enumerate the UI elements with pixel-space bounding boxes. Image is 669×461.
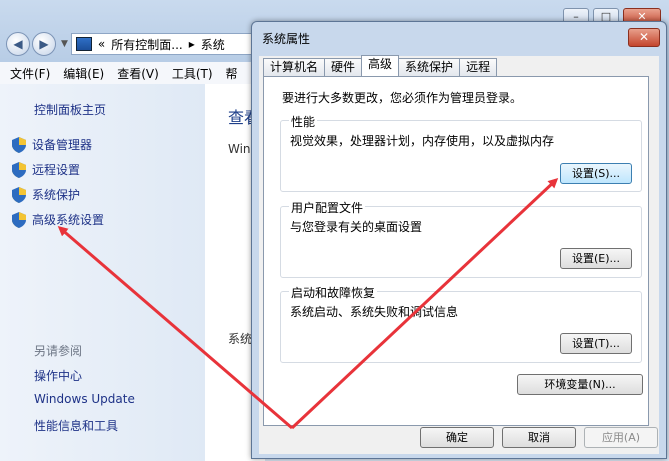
sidebar-item-system-protection[interactable]: 系统保护: [12, 186, 80, 203]
sidebar-item-remote-settings[interactable]: 远程设置: [12, 161, 80, 178]
address-bar[interactable]: « 所有控制面... ▸ 系统: [70, 33, 256, 55]
menu-file[interactable]: 文件(F): [10, 65, 50, 82]
system-properties-dialog: 系统属性 ✕ 计算机名 硬件 高级 系统保护 远程 要进行大多数更改，您必须作为…: [251, 21, 667, 459]
startup-recovery-settings-button[interactable]: 设置(T)...: [560, 333, 632, 354]
breadcrumb-prefix[interactable]: «: [98, 37, 105, 51]
sidebar-item-device-manager[interactable]: 设备管理器: [12, 136, 92, 153]
startup-recovery-group: 启动和故障恢复 系统启动、系统失败和调试信息 设置(T)...: [280, 284, 642, 363]
sidebar-item-advanced-system-settings[interactable]: 高级系统设置: [12, 211, 104, 228]
shield-icon: [12, 186, 26, 203]
user-profiles-settings-button[interactable]: 设置(E)...: [560, 248, 632, 269]
tab-remote[interactable]: 远程: [459, 58, 498, 76]
tab-hardware[interactable]: 硬件: [324, 58, 363, 76]
tab-strip: 计算机名 硬件 高级 系统保护 远程: [263, 55, 498, 76]
close-icon[interactable]: ✕: [628, 28, 660, 47]
breadcrumb-separator[interactable]: ▸: [189, 37, 195, 51]
shield-icon: [12, 136, 26, 153]
user-profiles-group: 用户配置文件 与您登录有关的桌面设置 设置(E)...: [280, 199, 642, 278]
performance-group: 性能 视觉效果，处理器计划，内存使用，以及虚拟内存 设置(S)...: [280, 113, 642, 192]
menu-edit[interactable]: 编辑(E): [63, 65, 104, 82]
sidebar-item-label[interactable]: 高级系统设置: [32, 211, 104, 228]
group-title: 用户配置文件: [289, 199, 366, 216]
breadcrumb-root[interactable]: 所有控制面...: [111, 36, 182, 53]
see-also-windows-update[interactable]: Windows Update: [34, 392, 135, 406]
menu-help[interactable]: 帮: [226, 65, 238, 82]
menu-bar: 文件(F) 编辑(E) 查看(V) 工具(T) 帮: [0, 62, 270, 85]
group-title: 启动和故障恢复: [289, 284, 378, 301]
back-icon[interactable]: ◀: [6, 32, 30, 56]
menu-view[interactable]: 查看(V): [117, 65, 159, 82]
windows-edition-text: Win: [228, 142, 251, 156]
system-section-text: 系统: [228, 332, 253, 346]
see-also-performance-info[interactable]: 性能信息和工具: [34, 417, 118, 434]
environment-variables-button[interactable]: 环境变量(N)...: [517, 374, 643, 395]
group-description: 视觉效果，处理器计划，内存使用，以及虚拟内存: [290, 134, 555, 148]
ok-button[interactable]: 确定: [420, 427, 494, 448]
cancel-button[interactable]: 取消: [502, 427, 576, 448]
see-also-action-center[interactable]: 操作中心: [34, 367, 82, 384]
group-description: 与您登录有关的桌面设置: [290, 220, 423, 234]
admin-notice: 要进行大多数更改，您必须作为管理员登录。: [282, 91, 523, 105]
shield-icon: [12, 161, 26, 178]
performance-settings-button[interactable]: 设置(S)...: [560, 163, 632, 184]
control-panel-icon: [75, 37, 92, 51]
tab-advanced[interactable]: 高级: [361, 55, 400, 76]
navigation-bar: ◀ ▶ ▼ « 所有控制面... ▸ 系统: [6, 30, 256, 58]
group-description: 系统启动、系统失败和调试信息: [290, 305, 459, 319]
shield-icon: [12, 211, 26, 228]
sidebar-item-label[interactable]: 系统保护: [32, 186, 80, 203]
see-also-title: 另请参阅: [34, 344, 83, 358]
tab-computer-name[interactable]: 计算机名: [263, 58, 326, 76]
history-dropdown-icon[interactable]: ▼: [61, 39, 68, 49]
sidebar-item-label[interactable]: 设备管理器: [32, 136, 92, 153]
forward-icon[interactable]: ▶: [32, 32, 56, 56]
menu-tools[interactable]: 工具(T): [172, 65, 213, 82]
advanced-tab-panel: 要进行大多数更改，您必须作为管理员登录。 性能 视觉效果，处理器计划，内存使用，…: [263, 76, 649, 426]
apply-button[interactable]: 应用(A): [584, 427, 658, 448]
breadcrumb-current[interactable]: 系统: [201, 36, 225, 53]
sidebar-item-label[interactable]: 远程设置: [32, 161, 80, 178]
tab-system-protection[interactable]: 系统保护: [398, 58, 461, 76]
control-panel-home-link[interactable]: 控制面板主页: [34, 101, 106, 118]
group-title: 性能: [289, 113, 318, 130]
dialog-title: 系统属性: [262, 32, 311, 46]
